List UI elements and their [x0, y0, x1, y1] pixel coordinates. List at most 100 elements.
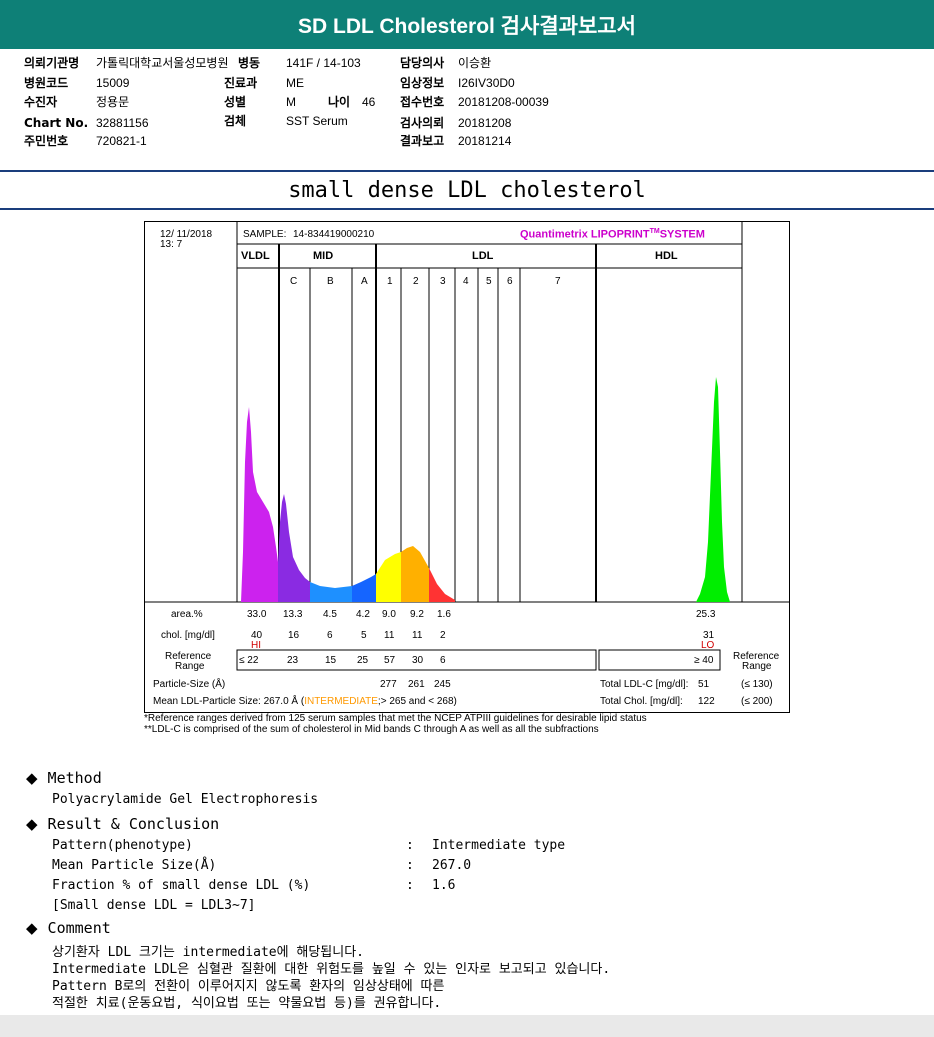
info-label: 병원코드 — [24, 76, 69, 90]
info-value: 이승환 — [458, 56, 492, 70]
divider — [0, 208, 934, 210]
area-value: 33.0 — [247, 609, 267, 620]
info-value: 20181208-00039 — [458, 95, 549, 109]
particle-size-label: Particle-Size (Å) — [153, 679, 226, 690]
footnote: **LDL-C is comprised of the sum of chole… — [144, 724, 599, 735]
lipoprint-report: 12/ 11/2018 13: 7 SAMPLE: 14-83441900021… — [144, 221, 790, 713]
info-label: 주민번호 — [24, 134, 69, 148]
comment-heading-text: Comment — [47, 919, 111, 937]
brand-logo: Quantimetrix LIPOPRINTTMSYSTEM — [520, 228, 705, 241]
flag-hi: HI — [251, 640, 261, 651]
info-label: 의뢰기관명 — [24, 56, 80, 70]
chol-value: 6 — [327, 630, 333, 641]
mean-size-suffix: ;> 265 and < 268) — [377, 696, 457, 707]
info-label: 접수번호 — [400, 95, 445, 109]
patient-info: 의뢰기관명 가톨릭대학교서울성모병원 병원코드 15009 수진자 정용문 Ch… — [24, 54, 624, 154]
particle-size-value: 245 — [434, 679, 451, 690]
total-chol-ref: (≤ 200) — [741, 696, 773, 707]
brand-suffix: SYSTEM — [659, 228, 705, 241]
area-value: 4.5 — [323, 609, 337, 620]
sample-id: 14-834419000210 — [293, 229, 375, 240]
result-sep: : — [406, 878, 414, 893]
group-ldl: LDL — [472, 250, 494, 262]
area-value: 9.0 — [382, 609, 396, 620]
info-label: 결과보고 — [400, 134, 445, 148]
result-sep: : — [406, 858, 414, 873]
footnote: *Reference ranges derived from 125 serum… — [144, 713, 647, 724]
info-value: SST Serum — [286, 114, 348, 128]
mean-size-line: Mean LDL-Particle Size: 267.0 Å (INTERME… — [153, 696, 457, 707]
comment-line: 적절한 치료(운동요법, 식이요법 또는 약물요법 등)를 권유합니다. — [52, 996, 442, 1011]
info-value: 가톨릭대학교서울성모병원 — [96, 56, 229, 70]
info-value: I26IV30D0 — [458, 76, 515, 90]
info-label: 진료과 — [224, 76, 258, 90]
mean-size-class: INTERMEDIATE — [304, 696, 378, 707]
info-value: 32881156 — [96, 116, 149, 130]
info-value: 15009 — [96, 76, 130, 90]
method-heading: ◆ Method — [26, 769, 102, 787]
info-label: 담당의사 — [400, 56, 445, 70]
result-sep: : — [406, 838, 414, 853]
band-label: 6 — [507, 276, 513, 287]
result-label: Fraction % of small dense LDL (%) — [52, 878, 311, 893]
area-value: 13.3 — [283, 609, 303, 620]
comment-heading: ◆ Comment — [26, 919, 111, 937]
mean-size-value: 267.0 Å ( — [263, 696, 305, 707]
band-label: 7 — [555, 276, 561, 287]
bottom-bar — [0, 1015, 934, 1037]
result-value: Intermediate type — [432, 838, 566, 853]
info-value: ME — [286, 76, 304, 90]
ref-value: 25 — [357, 655, 369, 666]
electropherogram — [145, 222, 789, 671]
band-label: 5 — [486, 276, 492, 287]
info-label: 성별 — [224, 95, 247, 109]
info-label: 검체 — [224, 114, 247, 128]
sample-label: SAMPLE: — [243, 229, 287, 240]
total-ldl-value: 51 — [698, 679, 710, 690]
band-label: 2 — [413, 276, 419, 287]
result-heading: ◆ Result & Conclusion — [26, 815, 219, 833]
brand-tm: TM — [649, 228, 660, 235]
method-text: Polyacrylamide Gel Electrophoresis — [52, 792, 319, 807]
chol-value: 11 — [412, 630, 423, 641]
area-value: 4.2 — [356, 609, 370, 620]
group-vldl: VLDL — [241, 250, 270, 262]
report-title: SD LDL Cholesterol 검사결과보고서 — [298, 14, 636, 38]
mean-size-label: Mean LDL-Particle Size: — [153, 696, 261, 707]
chol-value: 5 — [361, 630, 367, 641]
band-label: B — [327, 276, 334, 287]
ref-label: Range — [175, 661, 205, 672]
diamond-icon: ◆ — [26, 919, 38, 937]
total-chol-label: Total Chol. [mg/dl]: — [600, 696, 683, 707]
area-value: 25.3 — [696, 609, 716, 620]
info-value: 20181214 — [458, 134, 512, 148]
report-header: SD LDL Cholesterol 검사결과보고서 — [0, 0, 934, 49]
info-value: 720821-1 — [96, 134, 147, 148]
info-label: 나이 — [328, 95, 351, 109]
info-label: 검사의뢰 — [400, 116, 445, 130]
result-value: 1.6 — [432, 878, 456, 893]
area-value: 1.6 — [437, 609, 451, 620]
info-label: 병동 — [238, 56, 261, 70]
info-value: 141F / 14-103 — [286, 56, 361, 70]
flag-lo: LO — [701, 640, 715, 651]
chol-value: 2 — [440, 630, 446, 641]
result-label: Pattern(phenotype) — [52, 838, 193, 853]
band-label: 3 — [440, 276, 446, 287]
diamond-icon: ◆ — [26, 769, 38, 787]
area-value: 9.2 — [410, 609, 424, 620]
info-label: 임상정보 — [400, 76, 445, 90]
total-ldl-label: Total LDL-C [mg/dl]: — [600, 679, 689, 690]
result-note: [Small dense LDL = LDL3~7] — [52, 898, 256, 913]
ref-value: 23 — [287, 655, 299, 666]
group-mid: MID — [313, 250, 334, 262]
chol-value: 16 — [288, 630, 300, 641]
divider — [0, 170, 934, 172]
particle-size-value: 277 — [380, 679, 397, 690]
result-value: 267.0 — [432, 858, 472, 873]
ref-value: 30 — [412, 655, 424, 666]
diamond-icon: ◆ — [26, 815, 38, 833]
ref-value: 57 — [384, 655, 396, 666]
info-label: Chart No. — [24, 116, 89, 130]
info-value: 46 — [362, 95, 376, 109]
